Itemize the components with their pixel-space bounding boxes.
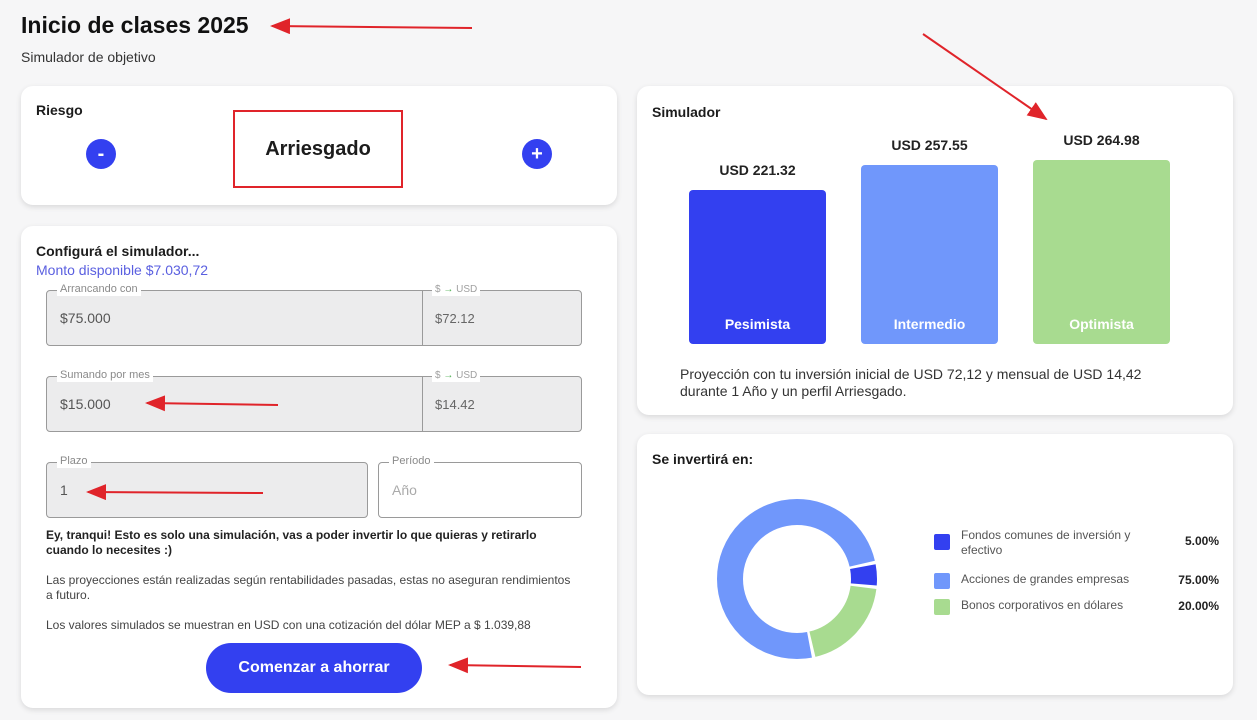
- legend-percentage: 75.00%: [1178, 573, 1219, 587]
- legend-swatch: [934, 573, 950, 589]
- decrease-risk-button[interactable]: -: [86, 139, 116, 169]
- risk-card: Riesgo - Arriesgado +: [21, 86, 617, 205]
- legend-label: Acciones de grandes empresas: [961, 572, 1130, 586]
- period-select[interactable]: Período Año: [378, 455, 582, 518]
- bar-label: Intermedio: [893, 315, 966, 332]
- annotation-arrow-title: [270, 18, 473, 35]
- start-saving-button[interactable]: Comenzar a ahorrar: [206, 643, 422, 693]
- bar-label: Optimista: [1069, 316, 1134, 332]
- simulator-card: Simulador Pesimista USD 221.32 Intermedio U…: [637, 86, 1233, 415]
- bar-label: Pesimista: [724, 315, 791, 332]
- config-card: Configurá el simulador... Monto disponib…: [21, 226, 617, 708]
- monthly-amount-field[interactable]: Sumando por mes $15.000 $ → USD $14.42: [46, 369, 582, 432]
- legend-label: Bonos corporativos en dólares: [961, 598, 1124, 612]
- bar-intermedio: Intermedio: [861, 165, 998, 344]
- bar-value-label: USD 264.98: [1063, 132, 1140, 148]
- legend-swatch: [934, 599, 950, 615]
- legend-percentage: 20.00%: [1178, 599, 1219, 613]
- risk-title: Riesgo: [36, 102, 83, 118]
- term-field[interactable]: Plazo 1: [46, 455, 368, 518]
- projection-text: Proyección con tu inversión inicial de U…: [680, 366, 1142, 399]
- simulator-title: Simulador: [652, 104, 721, 120]
- page-title: Inicio de clases 2025: [21, 12, 249, 38]
- legend-label: Fondos comunes de inversión y efectivo: [961, 528, 1131, 557]
- monthly-amount-value[interactable]: $15.000: [60, 377, 111, 431]
- bar-value-label: USD 257.55: [891, 137, 968, 154]
- bar-optimista: Optimista: [1033, 160, 1170, 344]
- exchange-rate-note: Los valores simulados se muestran en USD…: [46, 618, 531, 632]
- start-amount-usd: $72.12: [435, 310, 475, 326]
- start-amount-field[interactable]: Arrancando con $75.000 $ → USD $72.12: [46, 283, 582, 346]
- allocation-donut-chart: [717, 499, 877, 659]
- start-amount-value[interactable]: $75.000: [60, 291, 111, 345]
- available-amount: Monto disponible $7.030,72: [36, 262, 209, 278]
- reassurance-note: Ey, tranqui! Esto es solo una simulación…: [46, 528, 537, 557]
- risk-value: Arriesgado: [233, 110, 403, 188]
- config-title: Configurá el simulador...: [36, 243, 200, 259]
- term-value[interactable]: 1: [60, 463, 68, 517]
- bar-value-label: USD 221.32: [719, 162, 796, 179]
- projection-disclaimer: Las proyecciones están realizadas según …: [46, 573, 571, 602]
- allocation-title: Se invertirá en:: [652, 451, 754, 467]
- legend-swatch: [934, 534, 950, 550]
- page-subtitle: Simulador de objetivo: [21, 49, 156, 65]
- legend-percentage: 5.00%: [1184, 534, 1219, 548]
- increase-risk-button[interactable]: +: [522, 139, 552, 169]
- monthly-amount-usd: $14.42: [435, 396, 475, 412]
- allocation-card: Se invertirá en: Fondos comunes de inver…: [637, 434, 1233, 695]
- bar-pesimista: Pesimista: [689, 190, 826, 344]
- period-placeholder[interactable]: Año: [392, 463, 417, 517]
